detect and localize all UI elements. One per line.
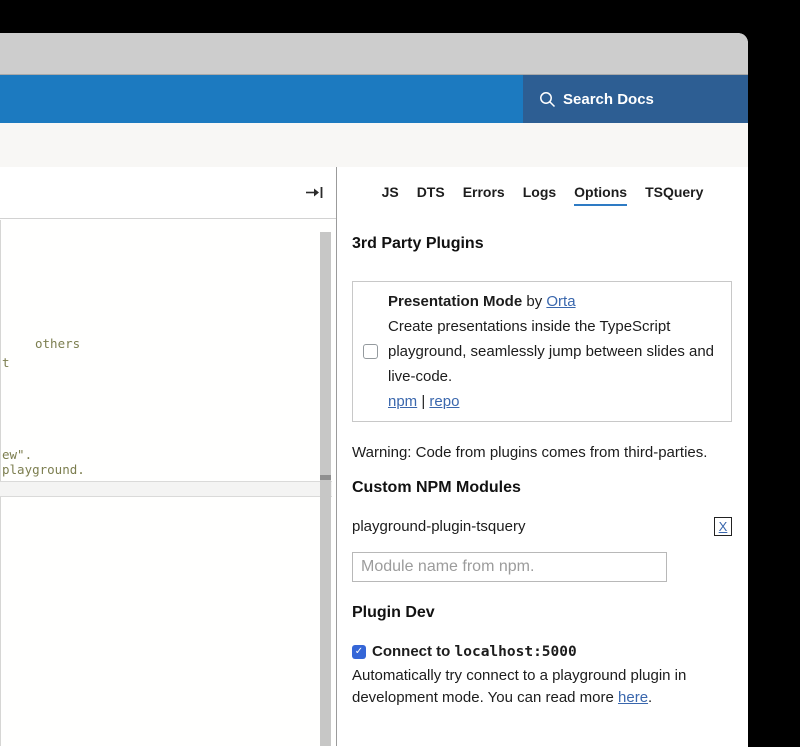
editor-toolbar <box>0 167 337 219</box>
editor-separator-strip <box>0 481 332 497</box>
options-tab-content: 3rd Party Plugins Presentation Mode by O… <box>352 235 732 709</box>
checkmark-icon: ✓ <box>355 646 363 657</box>
plugin-author-link[interactable]: Orta <box>546 293 575 310</box>
module-name-input[interactable] <box>352 552 667 582</box>
third-party-plugins-heading: 3rd Party Plugins <box>352 235 732 253</box>
editor-panel: others t ew". playground. <box>0 167 337 746</box>
playground-toolbar-strip <box>0 123 748 167</box>
sidebar-tabs: JS DTS Errors Logs Options TSQuery <box>337 184 748 206</box>
plugin-links: npm | repo <box>388 389 721 414</box>
tab-options[interactable]: Options <box>574 184 627 206</box>
collapse-sidebar-icon[interactable] <box>305 185 326 205</box>
repo-link[interactable]: repo <box>429 393 459 410</box>
app-window: Search Docs others t ew". playground. <box>0 33 748 747</box>
connect-label: Connect to localhost:5000 <box>372 643 577 660</box>
plugin-info: Presentation Mode by Orta Create present… <box>388 289 721 414</box>
dev-para-period: . <box>648 689 652 706</box>
module-name: playground-plugin-tsquery <box>352 518 525 535</box>
tab-logs[interactable]: Logs <box>523 184 556 206</box>
link-separator: | <box>417 393 429 410</box>
top-nav-bar: Search Docs <box>0 75 748 123</box>
search-docs-button[interactable]: Search Docs <box>523 75 748 123</box>
plugin-dev-heading: Plugin Dev <box>352 604 732 622</box>
plugin-description: Create presentations inside the TypeScri… <box>388 314 721 389</box>
connect-localhost-row: ✓ Connect to localhost:5000 <box>352 643 732 660</box>
code-line: others <box>35 336 80 351</box>
connect-checkbox[interactable]: ✓ <box>352 645 366 659</box>
npm-link[interactable]: npm <box>388 393 417 410</box>
tab-errors[interactable]: Errors <box>463 184 505 206</box>
plugin-title-line: Presentation Mode by Orta <box>388 289 721 314</box>
window-titlebar <box>0 33 748 75</box>
search-docs-label: Search Docs <box>563 91 654 108</box>
connect-label-text: Connect to <box>372 643 455 660</box>
localhost-address: localhost:5000 <box>455 644 577 660</box>
module-row: playground-plugin-tsquery X <box>352 517 732 536</box>
plugin-enable-checkbox[interactable] <box>363 344 378 359</box>
editor-scrollbar[interactable] <box>320 232 331 746</box>
code-line: playground. <box>2 462 85 477</box>
plugin-title: Presentation Mode <box>388 293 522 310</box>
sidebar-panel: JS DTS Errors Logs Options TSQuery 3rd P… <box>337 167 748 746</box>
read-more-link[interactable]: here <box>618 689 648 706</box>
tab-dts[interactable]: DTS <box>417 184 445 206</box>
code-line: ew". <box>2 447 32 462</box>
plugin-dev-description: Automatically try connect to a playgroun… <box>352 665 732 709</box>
plugin-by-label: by <box>522 293 546 310</box>
remove-module-button[interactable]: X <box>714 517 732 536</box>
plugins-warning-text: Warning: Code from plugins comes from th… <box>352 440 722 465</box>
tab-tsquery[interactable]: TSQuery <box>645 184 703 206</box>
main-content: others t ew". playground. JS DTS Errors … <box>0 167 748 746</box>
custom-npm-modules-heading: Custom NPM Modules <box>352 479 732 497</box>
search-icon <box>539 91 556 108</box>
plugin-card: Presentation Mode by Orta Create present… <box>352 281 732 422</box>
code-line: t <box>2 355 10 370</box>
tab-js[interactable]: JS <box>382 184 399 206</box>
scrollbar-thumb[interactable] <box>320 475 331 480</box>
panel-divider <box>336 167 337 746</box>
